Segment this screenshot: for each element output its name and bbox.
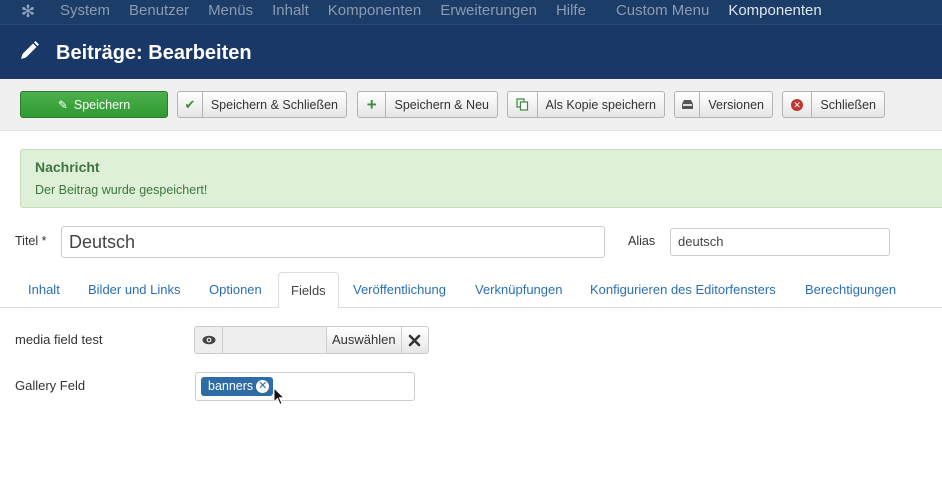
menu-custom[interactable]: Custom Menu: [616, 0, 709, 24]
media-select-button[interactable]: Auswählen: [326, 326, 402, 354]
menu-komponenten-custom[interactable]: Komponenten: [728, 0, 821, 24]
plus-icon: +: [358, 92, 387, 117]
tab-bilder-links[interactable]: Bilder und Links: [88, 272, 181, 308]
close-label: Schließen: [820, 97, 876, 112]
top-navbar: ✻ System Benutzer Menüs Inhalt Komponent…: [0, 0, 942, 24]
main-menu: System Benutzer Menüs Inhalt Komponenten…: [60, 0, 841, 24]
title-label: Titel *: [15, 234, 47, 248]
checkmark-icon: ✔: [178, 92, 203, 117]
menu-system[interactable]: System: [60, 0, 110, 24]
menu-erweiterungen[interactable]: Erweiterungen: [440, 0, 537, 24]
media-field: Auswählen: [194, 326, 429, 354]
tab-fields[interactable]: Fields: [278, 272, 339, 308]
menu-menus[interactable]: Menüs: [208, 0, 253, 24]
tab-verknuepfungen[interactable]: Verknüpfungen: [475, 272, 562, 308]
media-field-label: media field test: [15, 332, 103, 347]
gallery-multiselect[interactable]: banners ✕: [195, 372, 415, 401]
eye-icon[interactable]: [194, 326, 223, 354]
alias-input[interactable]: deutsch: [670, 228, 890, 256]
save-close-label: Speichern & Schließen: [210, 97, 338, 112]
message-heading: Nachricht: [35, 159, 100, 175]
pencil-icon: [21, 41, 39, 59]
page-title: Beiträge: Bearbeiten: [56, 42, 252, 64]
page-header: Beiträge: Bearbeiten: [0, 24, 942, 79]
success-message: Nachricht Der Beitrag wurde gespeichert!: [20, 149, 942, 208]
save-button-label: Speichern: [73, 97, 131, 112]
save-close-button[interactable]: ✔ Speichern & Schließen: [177, 91, 347, 118]
remove-tag-icon[interactable]: ✕: [256, 380, 270, 393]
menu-komponenten[interactable]: Komponenten: [328, 0, 421, 24]
close-circle-icon: ✕: [783, 92, 813, 117]
tab-veroeffentlichung[interactable]: Veröffentlichung: [353, 272, 446, 308]
versions-button[interactable]: Versionen: [674, 91, 773, 118]
save-new-button[interactable]: + Speichern & Neu: [357, 91, 498, 118]
archive-icon: [675, 92, 701, 117]
tab-inhalt[interactable]: Inhalt: [28, 272, 60, 308]
save-new-label: Speichern & Neu: [394, 97, 489, 112]
close-button[interactable]: ✕ Schließen: [782, 91, 885, 118]
toolbar: ✎ Speichern ✔ Speichern & Schließen + Sp…: [0, 79, 942, 131]
save-button[interactable]: ✎ Speichern: [20, 91, 168, 118]
edit-icon: ✎: [57, 97, 68, 112]
mouse-cursor-icon: [273, 387, 285, 406]
message-text: Der Beitrag wurde gespeichert!: [35, 183, 208, 197]
save-copy-label: Als Kopie speichern: [545, 97, 656, 112]
menu-inhalt[interactable]: Inhalt: [272, 0, 309, 24]
tab-optionen[interactable]: Optionen: [209, 272, 262, 308]
clear-icon[interactable]: [401, 326, 429, 354]
tab-editor-config[interactable]: Konfigurieren des Editorfensters: [590, 272, 776, 308]
versions-label: Versionen: [708, 97, 764, 112]
gallery-tag: banners ✕: [201, 377, 274, 396]
gallery-field-label: Gallery Feld: [15, 378, 86, 393]
gallery-tag-label: banners: [208, 379, 254, 393]
edit-tabs: Inhalt Bilder und Links Optionen Fields …: [0, 272, 942, 308]
copy-icon: [508, 92, 538, 117]
media-path-input[interactable]: [223, 326, 326, 354]
menu-hilfe[interactable]: Hilfe: [556, 0, 586, 24]
alias-label: Alias: [628, 234, 656, 248]
save-copy-button[interactable]: Als Kopie speichern: [507, 91, 665, 118]
tab-berechtigungen[interactable]: Berechtigungen: [805, 272, 896, 308]
title-input[interactable]: Deutsch: [61, 226, 605, 258]
joomla-logo-icon[interactable]: ✻: [18, 2, 38, 22]
menu-benutzer[interactable]: Benutzer: [129, 0, 189, 24]
